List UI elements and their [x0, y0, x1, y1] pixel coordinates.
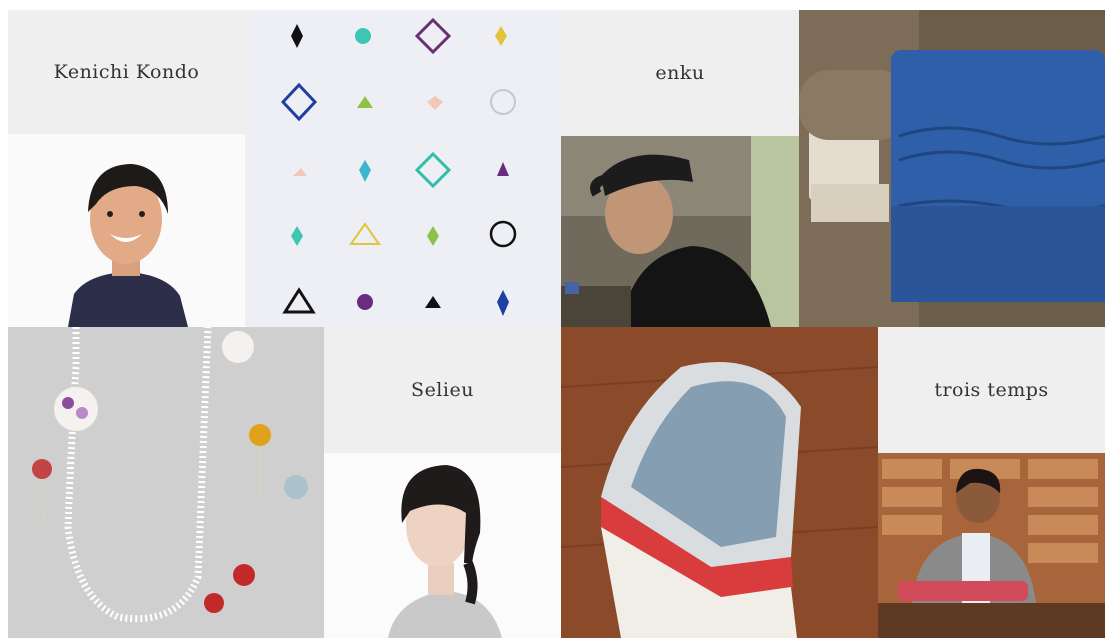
wallet-photo — [799, 10, 1105, 327]
artist-portrait-trois-temps[interactable] — [878, 453, 1105, 638]
portrait-photo — [324, 453, 561, 638]
portrait-photo — [878, 453, 1105, 638]
artist-name: Selieu — [411, 379, 474, 401]
necklace-photo — [8, 327, 324, 638]
artist-name: trois temps — [934, 379, 1049, 401]
work-photo-blue-wallet[interactable] — [799, 10, 1105, 327]
artist-grid: Kenichi Kondo enku Selieu trois temps — [0, 0, 1105, 638]
artist-portrait-enku[interactable] — [561, 136, 799, 327]
artist-name: enku — [655, 62, 705, 84]
artist-portrait-selieu[interactable] — [324, 453, 561, 638]
work-photo-acrylic-earrings[interactable] — [245, 10, 561, 327]
artist-tile-selieu[interactable]: Selieu — [324, 327, 561, 453]
work-photo-pearl-necklace[interactable] — [8, 327, 324, 638]
artist-tile-enku[interactable]: enku — [561, 10, 799, 136]
artist-portrait-kenichi-kondo[interactable] — [8, 134, 245, 327]
portrait-photo — [8, 134, 245, 327]
scarf-photo — [561, 327, 878, 638]
earrings-photo — [245, 10, 561, 327]
artist-name: Kenichi Kondo — [53, 61, 200, 83]
work-photo-woven-scarf[interactable] — [561, 327, 878, 638]
artist-tile-trois-temps[interactable]: trois temps — [878, 327, 1105, 453]
artist-tile-kenichi-kondo[interactable]: Kenichi Kondo — [8, 10, 245, 134]
portrait-photo — [561, 136, 799, 327]
